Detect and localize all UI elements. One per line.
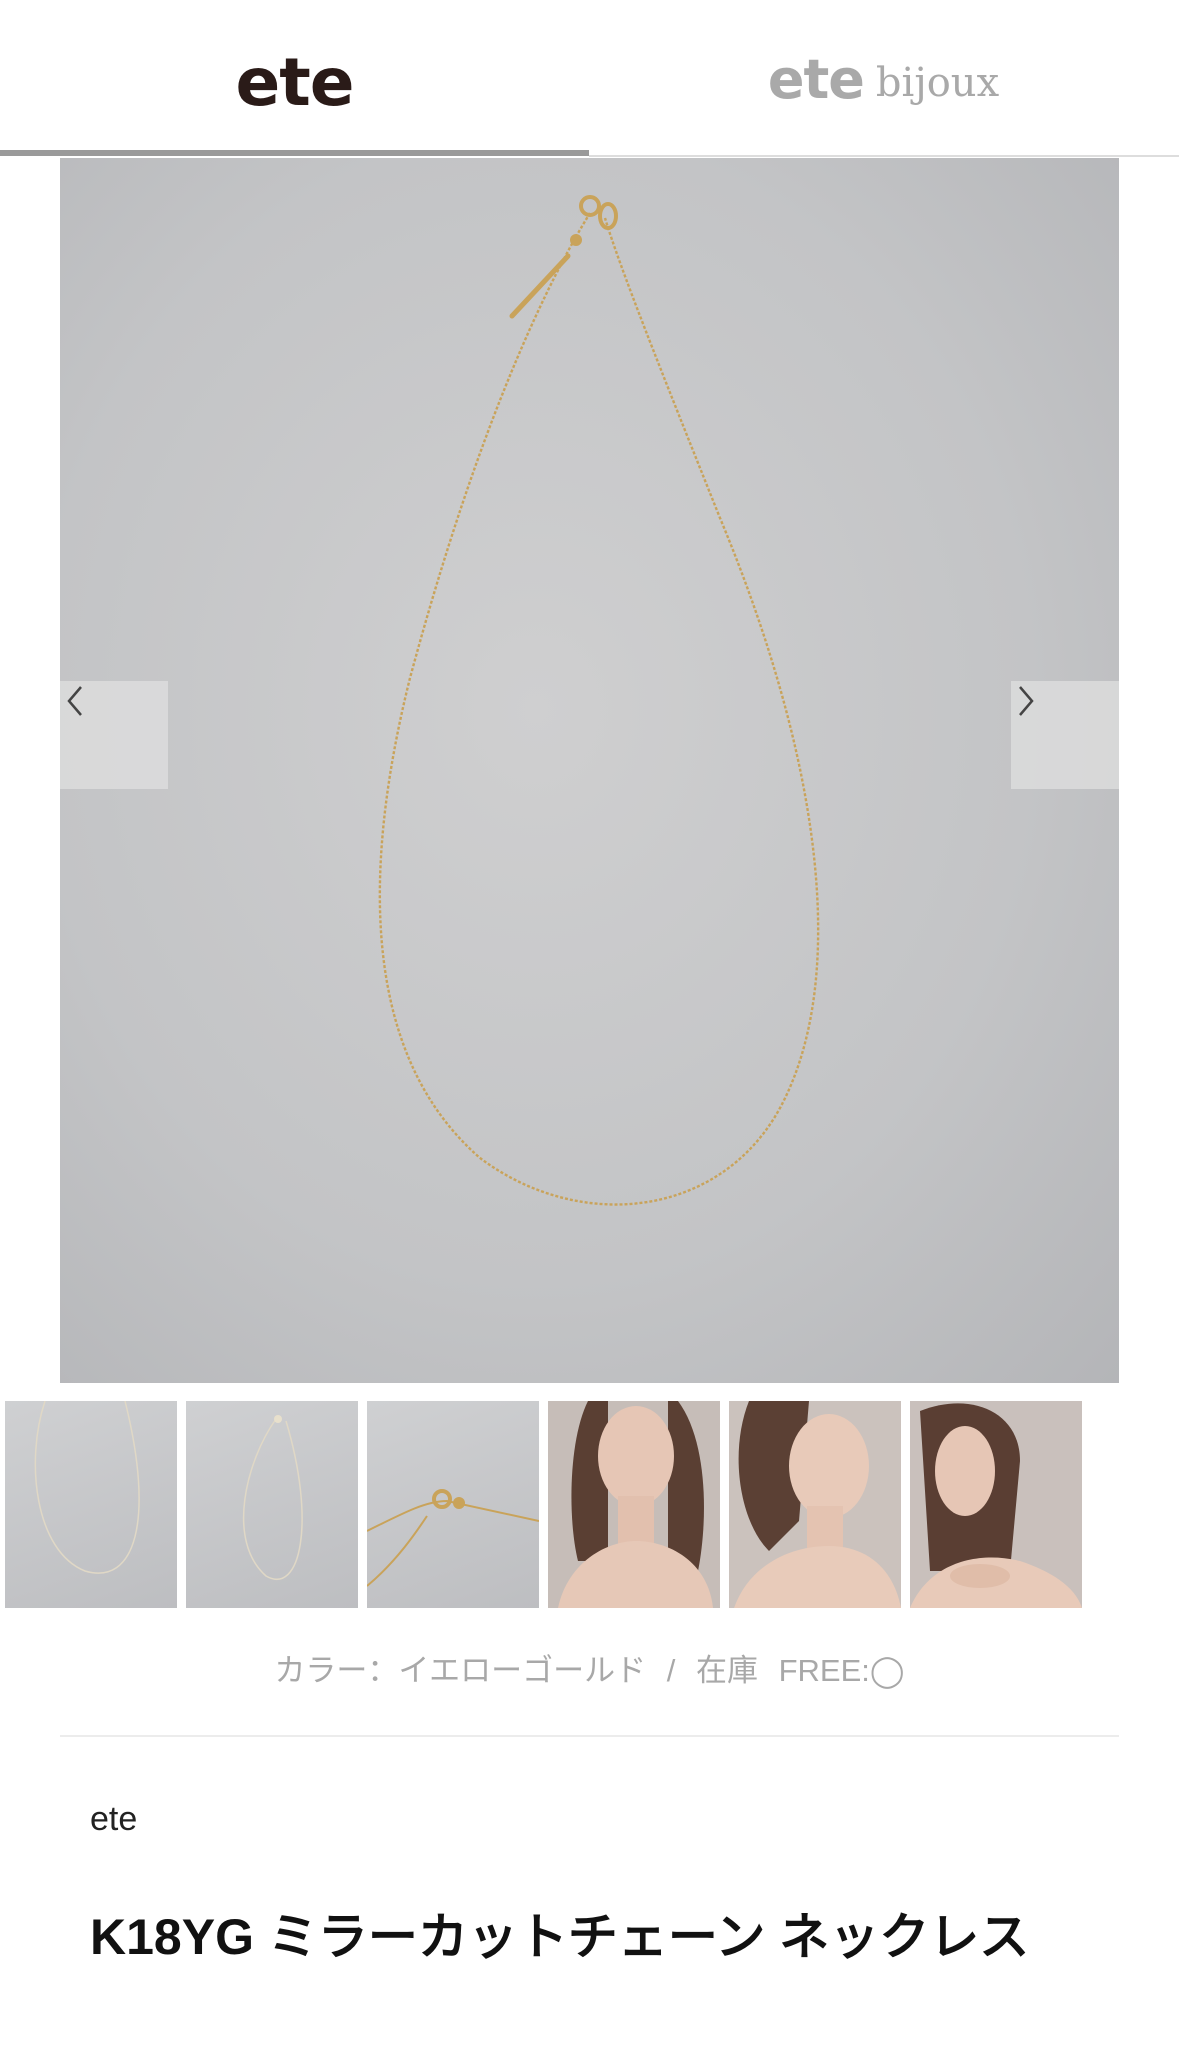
thumbnail-necklace-image — [242, 1415, 303, 1580]
chevron-left-icon — [67, 686, 82, 716]
thumbnail-model-image — [548, 1401, 720, 1608]
thumbnail-model-image — [910, 1401, 1082, 1608]
thumbnail-model-image — [729, 1401, 901, 1608]
stock-value: FREE:◯ — [778, 1653, 905, 1688]
tab-ete[interactable]: ete — [0, 0, 589, 158]
active-tab-indicator — [0, 150, 589, 156]
ete-bijoux-logo-ete: ete — [767, 47, 865, 111]
thumbnail-2[interactable] — [186, 1401, 358, 1608]
separator: / — [666, 1653, 676, 1688]
brand-tabs: ete ete bijoux — [0, 0, 1179, 158]
thumbnail-4[interactable] — [548, 1401, 720, 1608]
tab-ete-bijoux[interactable]: ete bijoux — [589, 0, 1178, 158]
gallery-next-button[interactable] — [1011, 681, 1119, 789]
thumbnail-strip — [5, 1401, 1175, 1608]
ete-logo: ete — [235, 43, 354, 121]
color-stock-info: カラー：イエローゴールド / 在庫 FREE:◯ — [0, 1645, 1179, 1690]
thumbnail-5[interactable] — [729, 1401, 901, 1608]
gallery-prev-button[interactable] — [60, 681, 168, 789]
necklace-illustration — [378, 195, 820, 1206]
thumbnail-necklace-image — [34, 1401, 140, 1574]
main-product-image[interactable] — [60, 158, 1119, 1383]
thumbnail-3[interactable] — [367, 1401, 539, 1608]
thumbnail-1[interactable] — [5, 1401, 177, 1608]
chevron-right-icon — [1019, 686, 1034, 716]
tab-divider — [589, 155, 1179, 157]
thumbnail-clasp-image — [367, 1489, 539, 1587]
product-title: K18YG ミラーカットチェーン ネックレス — [90, 1909, 1030, 1965]
section-divider — [60, 1735, 1119, 1737]
color-label: カラー：イエローゴールド — [274, 1653, 647, 1688]
brand-name[interactable]: ete — [90, 1800, 137, 1839]
thumbnail-6[interactable] — [910, 1401, 1082, 1608]
stock-label: 在庫 — [695, 1653, 758, 1688]
ete-bijoux-logo-word: bijoux — [875, 60, 1000, 106]
